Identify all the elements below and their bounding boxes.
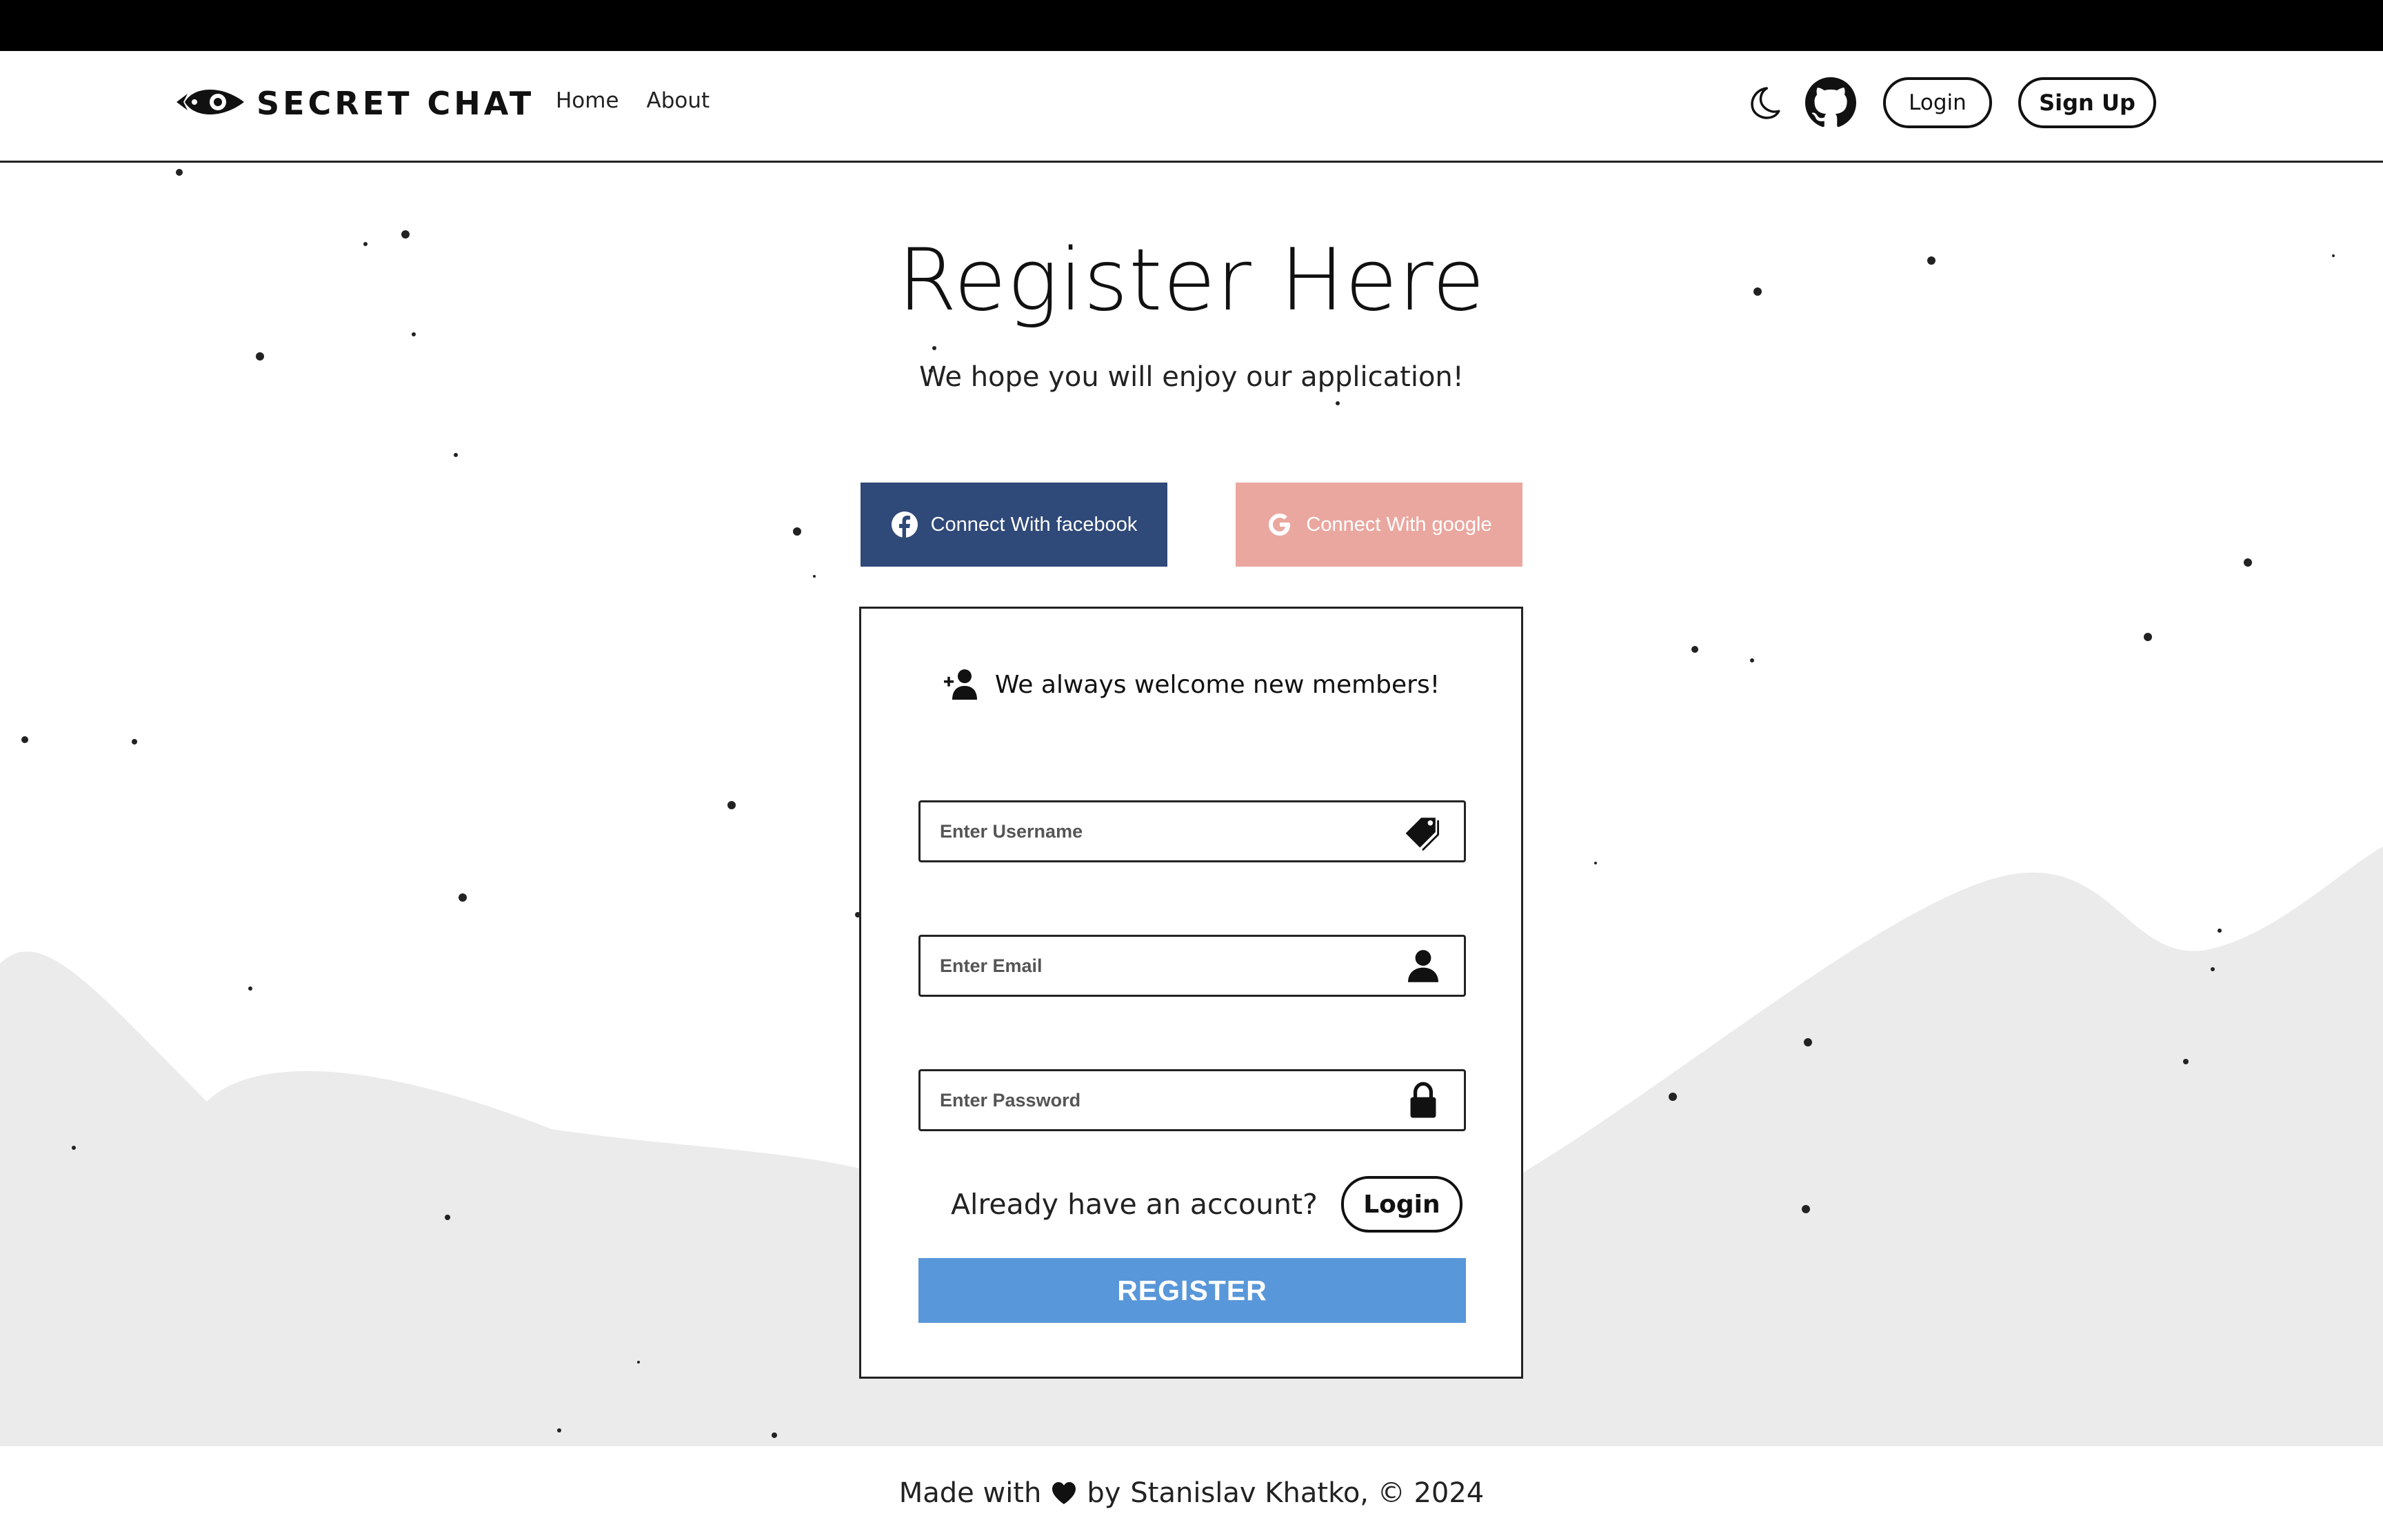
password-field[interactable]: [918, 1069, 1466, 1131]
heart-icon: [1052, 1482, 1076, 1504]
footer-made-with: Made with: [898, 1477, 1042, 1509]
connect-facebook-button[interactable]: Connect With facebook: [861, 483, 1167, 567]
github-icon: [1805, 77, 1856, 128]
username-field[interactable]: [918, 800, 1466, 862]
google-icon: [1269, 514, 1291, 536]
connect-google-label: Connect With google: [1306, 513, 1492, 536]
email-field[interactable]: [918, 935, 1466, 997]
user-icon: [1400, 943, 1446, 989]
footer-by: by: [1087, 1477, 1121, 1509]
connect-google-button[interactable]: Connect With google: [1236, 483, 1522, 567]
navbar: SECRET CHAT Home About Login Sign Up: [0, 51, 2383, 163]
footer: Made with by Stanislav Khatko, © 2024: [0, 1446, 2383, 1540]
nav-links: Home About: [556, 88, 710, 113]
nav-signup-button[interactable]: Sign Up: [2018, 77, 2156, 128]
top-strip: [0, 0, 2383, 51]
page-title: Register Here: [897, 231, 1486, 330]
username-input[interactable]: [921, 802, 1400, 860]
card-heading: We always welcome new members!: [861, 665, 1521, 704]
nav-link-home[interactable]: Home: [556, 88, 619, 113]
already-account-text: Already have an account?: [951, 1188, 1318, 1221]
facebook-icon: [891, 511, 918, 538]
nav-link-about[interactable]: About: [647, 88, 710, 113]
already-account-row: Already have an account? Login: [951, 1175, 1462, 1233]
rocket-eye-logo-icon: [172, 81, 247, 125]
nav-login-button[interactable]: Login: [1883, 77, 1992, 128]
lock-icon: [1400, 1077, 1446, 1123]
password-input[interactable]: [921, 1071, 1400, 1129]
register-card: We always welcome new members! Enter Use…: [859, 607, 1523, 1379]
theme-toggle-button[interactable]: [1741, 81, 1785, 125]
user-plus-icon: [943, 669, 977, 700]
register-button[interactable]: REGISTER: [918, 1258, 1466, 1323]
brand[interactable]: SECRET CHAT: [172, 79, 534, 128]
tag-icon: [1400, 809, 1446, 854]
page-subtitle: We hope you will enjoy our application!: [919, 361, 1464, 393]
github-link[interactable]: [1804, 77, 1857, 129]
card-heading-text: We always welcome new members!: [994, 670, 1440, 699]
card-login-button[interactable]: Login: [1340, 1176, 1462, 1233]
connect-facebook-label: Connect With facebook: [930, 513, 1138, 536]
email-input[interactable]: [921, 937, 1400, 995]
nav-actions: Login Sign Up: [1741, 74, 2156, 131]
moon-icon: [1751, 87, 1780, 119]
footer-credit[interactable]: Stanislav Khatko, © 2024: [1130, 1477, 1484, 1509]
brand-name: SECRET CHAT: [257, 85, 535, 122]
